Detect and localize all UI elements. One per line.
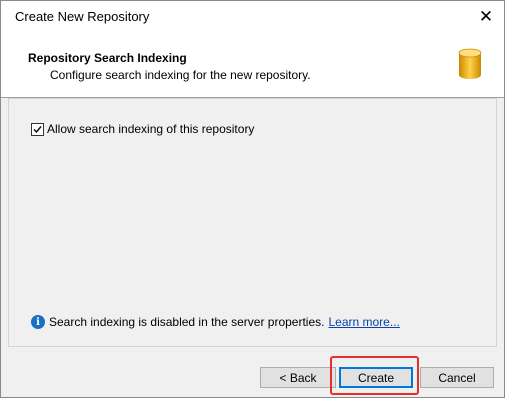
header-title: Repository Search Indexing <box>28 51 187 65</box>
content-panel: Allow search indexing of this repository… <box>8 98 497 347</box>
learn-more-link[interactable]: Learn more... <box>328 315 399 329</box>
info-message: i Search indexing is disabled in the ser… <box>31 315 400 329</box>
close-icon[interactable]: ✕ <box>468 1 504 32</box>
wizard-header: Repository Search Indexing Configure sea… <box>1 32 504 98</box>
dialog-window: Create New Repository ✕ Repository Searc… <box>0 0 505 398</box>
info-text: Search indexing is disabled in the serve… <box>49 315 325 329</box>
create-button[interactable]: Create <box>339 367 413 388</box>
header-subtitle: Configure search indexing for the new re… <box>50 68 311 82</box>
cancel-button[interactable]: Cancel <box>420 367 494 388</box>
title-bar: Create New Repository ✕ <box>1 1 504 32</box>
database-icon <box>458 48 482 79</box>
window-title: Create New Repository <box>15 9 150 24</box>
info-icon: i <box>31 315 45 329</box>
allow-indexing-checkbox[interactable] <box>31 122 44 136</box>
allow-indexing-label: Allow search indexing of this repository <box>47 122 255 136</box>
allow-indexing-option[interactable]: Allow search indexing of this repository <box>31 122 254 136</box>
checkmark-icon <box>33 125 42 133</box>
back-button[interactable]: < Back <box>260 367 336 388</box>
